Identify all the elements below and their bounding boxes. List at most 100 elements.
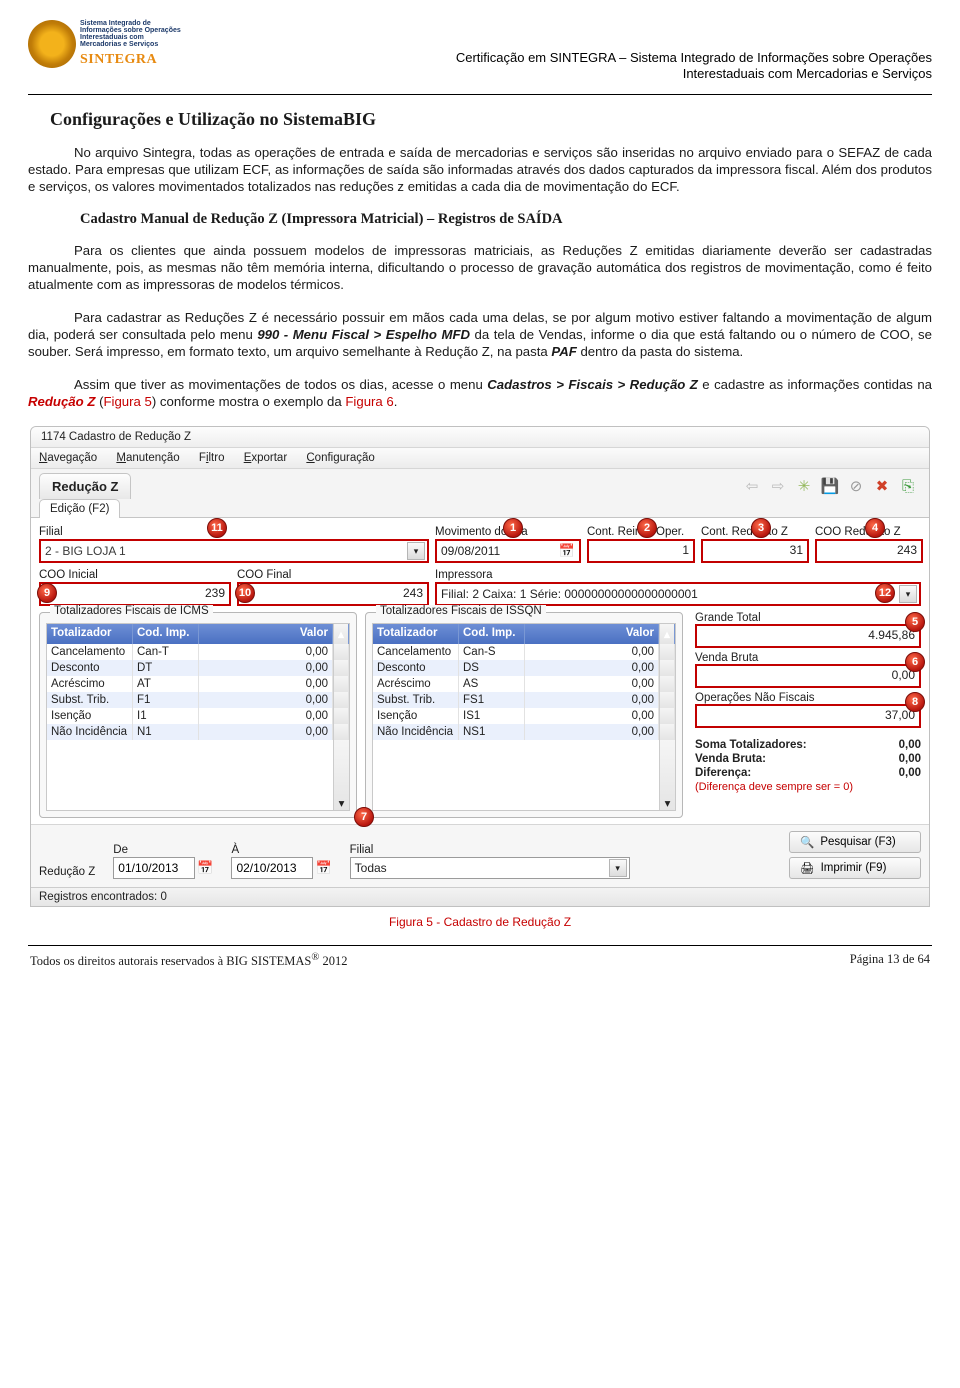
difference-warning: (Diferença deve sempre ser = 0) <box>695 781 921 793</box>
coo-inicial-input[interactable]: 239 <box>39 582 231 606</box>
col-valor: Valor <box>199 624 333 644</box>
table-row[interactable]: Não IncidênciaNS10,00 <box>373 724 675 740</box>
printer-icon: 🖨 <box>800 861 815 875</box>
callout-badge-1: 1 <box>503 518 523 538</box>
callout-badge-2: 2 <box>637 518 657 538</box>
filter-de-input[interactable]: 📅 <box>113 857 213 879</box>
chevron-down-icon[interactable]: ▾ <box>609 859 627 877</box>
sintegra-logo-icon <box>28 20 76 68</box>
search-button[interactable]: 🔍 Pesquisar (F3) <box>789 831 921 853</box>
paragraph: No arquivo Sintegra, todas as operações … <box>28 144 932 195</box>
coo-rz-input[interactable]: 243 <box>815 539 923 563</box>
table-row[interactable]: CancelamentoCan-S0,00 <box>373 644 675 660</box>
col-valor: Valor <box>525 624 659 644</box>
venda-bruta-label: Venda Bruta <box>695 652 921 664</box>
coo-final-input[interactable]: 243 <box>237 582 429 606</box>
table-row[interactable]: IsençãoI10,00 <box>47 708 349 724</box>
filter-a-input[interactable]: 📅 <box>231 857 331 879</box>
table-row[interactable]: DescontoDT0,00 <box>47 660 349 676</box>
filter-filial-label: Filial <box>350 844 630 856</box>
table-row[interactable]: Não IncidênciaN10,00 <box>47 724 349 740</box>
menu-exportar[interactable]: Exportar <box>244 452 287 464</box>
menu-configuracao[interactable]: Configuração <box>306 452 374 464</box>
totals-panel: 5 Grande Total 4.945,86 6 Venda Bruta 0,… <box>691 612 921 793</box>
paragraph: Assim que tiver as movimentações de todo… <box>28 376 932 410</box>
grande-total-label: Grande Total <box>695 612 921 624</box>
menu-filtro[interactable]: Filtro <box>199 452 225 464</box>
col-totalizador: Totalizador <box>47 624 133 644</box>
issqn-title: Totalizadores Fiscais de ISSQN <box>376 605 546 617</box>
cro-input[interactable]: 1 <box>587 539 695 563</box>
summary-block: Soma Totalizadores:0,00 Venda Bruta:0,00… <box>695 738 921 793</box>
issqn-grid[interactable]: Totalizador Cod. Imp. Valor ▴ Cancelamen… <box>372 623 676 811</box>
table-row[interactable]: CancelamentoCan-T0,00 <box>47 644 349 660</box>
table-row[interactable]: AcréscimoAS0,00 <box>373 676 675 692</box>
calendar-icon[interactable]: 📅 <box>197 860 213 876</box>
status-bar: Registros encontrados: 0 <box>31 887 929 906</box>
exit-icon[interactable]: ⎘ <box>897 475 919 497</box>
callout-badge-9: 9 <box>37 583 57 603</box>
print-button[interactable]: 🖨 Imprimir (F9) <box>789 857 921 879</box>
forward-icon[interactable]: ⇨ <box>767 475 789 497</box>
logo-block: Sistema Integrado de Informações sobre O… <box>28 20 185 68</box>
paragraph: Para os clientes que ainda possuem model… <box>28 242 932 293</box>
menu-navegacao[interactable]: NNavegaçãoavegação <box>39 452 97 464</box>
form-area: 11 Filial 2 - BIG LOJA 1 ▾ 1 Movimento d… <box>31 517 929 824</box>
table-row[interactable]: AcréscimoAT0,00 <box>47 676 349 692</box>
col-totalizador: Totalizador <box>373 624 459 644</box>
coo-final-label: COO Final <box>237 569 429 581</box>
menu-manutencao[interactable]: Manutenção <box>116 452 179 464</box>
op-nao-fiscais-input[interactable]: 37,00 <box>695 704 921 728</box>
new-icon[interactable]: ✳ <box>793 475 815 497</box>
table-row[interactable]: DescontoDS0,00 <box>373 660 675 676</box>
callout-badge-4: 4 <box>865 518 885 538</box>
back-icon[interactable]: ⇦ <box>741 475 763 497</box>
icms-grid[interactable]: Totalizador Cod. Imp. Valor ▴ Cancelamen… <box>46 623 350 811</box>
callout-badge-7: 7 <box>354 807 374 827</box>
filter-filial-select[interactable]: Todas ▾ <box>350 857 630 879</box>
tab-edicao[interactable]: Edição (F2) <box>39 499 120 518</box>
scroll-up-icon[interactable]: ▴ <box>659 624 675 644</box>
header-rule <box>28 94 932 95</box>
chevron-down-icon[interactable]: ▾ <box>899 585 917 603</box>
groupbox-issqn: 7 Totalizadores Fiscais de ISSQN Totaliz… <box>365 612 683 818</box>
crz-input[interactable]: 31 <box>701 539 809 563</box>
cancel-icon[interactable]: ⊘ <box>845 475 867 497</box>
coo-inicial-label: COO Inicial <box>39 569 231 581</box>
groupbox-icms: Totalizadores Fiscais de ICMS Totalizado… <box>39 612 357 818</box>
section-title: Configurações e Utilização no SistemaBIG <box>28 109 932 130</box>
subheading: Cadastro Manual de Redução Z (Impressora… <box>28 211 932 228</box>
table-row[interactable]: IsençãoIS10,00 <box>373 708 675 724</box>
window-titlebar: 1174 Cadastro de Redução Z <box>31 427 929 448</box>
table-row[interactable]: Subst. Trib.F10,00 <box>47 692 349 708</box>
figure-caption: Figura 5 - Cadastro de Redução Z <box>28 915 932 929</box>
menu-bar: NNavegaçãoavegação Manutenção Filtro Exp… <box>31 448 929 469</box>
module-tab-reducao-z[interactable]: Redução Z <box>39 473 131 499</box>
calendar-icon[interactable]: 📅 <box>315 860 331 876</box>
calendar-icon[interactable]: 📅 <box>559 543 575 559</box>
callout-badge-5: 5 <box>905 612 925 632</box>
callout-badge-12: 12 <box>875 583 895 603</box>
filter-de-label: De <box>113 844 213 856</box>
chevron-down-icon[interactable]: ▾ <box>407 542 425 560</box>
callout-badge-3: 3 <box>751 518 771 538</box>
table-row[interactable]: Subst. Trib.FS10,00 <box>373 692 675 708</box>
filter-rz-label: Redução Z <box>39 866 95 878</box>
col-cod-imp: Cod. Imp. <box>133 624 199 644</box>
save-icon[interactable]: 💾 <box>819 475 841 497</box>
filial-label: Filial <box>39 526 429 538</box>
scroll-up-icon[interactable]: ▴ <box>333 624 349 644</box>
callout-badge-11: 11 <box>207 518 227 538</box>
filial-select[interactable]: 2 - BIG LOJA 1 ▾ <box>39 539 429 563</box>
callout-badge-8: 8 <box>905 692 925 712</box>
venda-bruta-input[interactable]: 0,00 <box>695 664 921 688</box>
delete-icon[interactable]: ✖ <box>871 475 893 497</box>
footer-rule <box>28 945 932 946</box>
filter-bar: Redução Z De 📅 À 📅 Filial Todas <box>31 824 929 887</box>
app-window: 1174 Cadastro de Redução Z NNavegaçãoave… <box>30 426 930 907</box>
movimento-dia-input[interactable]: 09/08/2011 📅 <box>435 539 581 563</box>
filter-a-label: À <box>231 844 331 856</box>
grande-total-input[interactable]: 4.945,86 <box>695 624 921 648</box>
impressora-select[interactable]: Filial: 2 Caixa: 1 Série: 00000000000000… <box>435 582 921 606</box>
page-header: Sistema Integrado de Informações sobre O… <box>28 20 932 90</box>
